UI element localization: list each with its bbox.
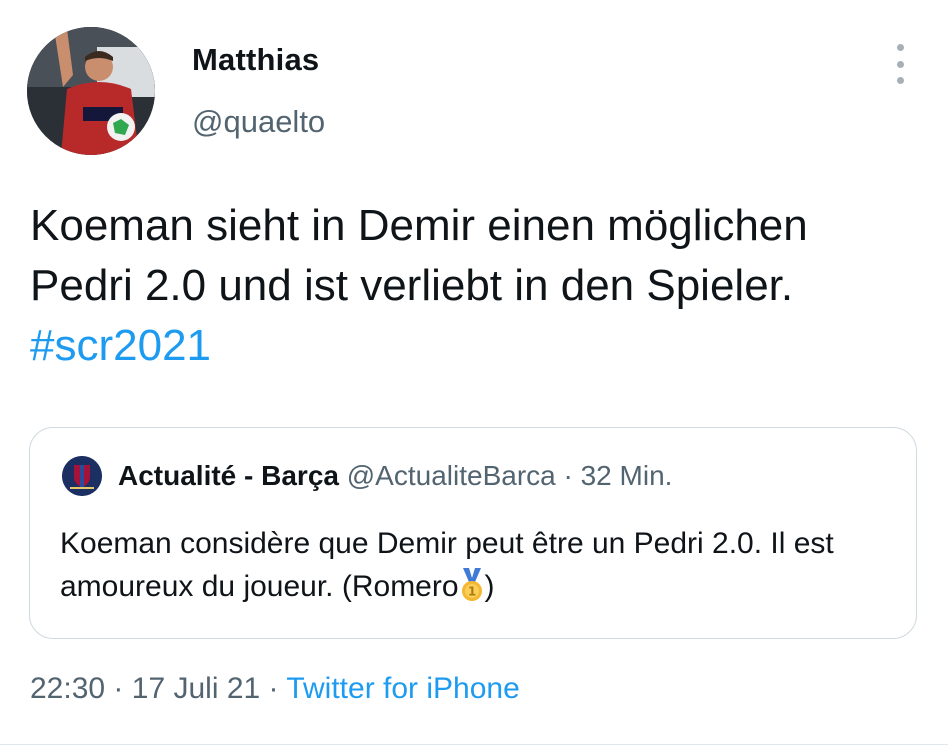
quoted-tweet-text: Koeman considère que Demir peut être un … — [60, 522, 900, 608]
author-display-name[interactable]: Matthias — [192, 42, 319, 78]
hashtag-link[interactable]: #scr2021 — [30, 321, 211, 370]
svg-text:1: 1 — [467, 585, 475, 599]
more-options-icon[interactable] — [888, 44, 912, 84]
quoted-display-name[interactable]: Actualité - Barça — [118, 460, 339, 491]
author-handle[interactable]: @quaelto — [192, 104, 325, 140]
quoted-separator: · — [563, 460, 573, 491]
quoted-text-body: Koeman considère que Demir peut être un … — [60, 527, 834, 603]
quoted-author-avatar[interactable] — [62, 456, 102, 496]
more-dot — [896, 60, 904, 68]
quoted-handle[interactable]: @ActualiteBarca — [347, 460, 556, 491]
quoted-tweet-header: Actualité - Barça @ActualiteBarca · 32 M… — [118, 460, 672, 492]
tweet-meta: 22:30 · 17 Juli 21 · Twitter for iPhone — [30, 672, 520, 706]
meta-separator: · — [113, 672, 124, 705]
tweet-text: Koeman sieht in Demir einen möglichen Pe… — [30, 196, 920, 376]
more-dot — [896, 44, 904, 51]
tweet-detail: Matthias @quaelto Koeman sieht in Demir … — [0, 0, 948, 750]
tweet-time[interactable]: 22:30 — [30, 672, 105, 705]
tweet-body: Koeman sieht in Demir einen möglichen Pe… — [30, 201, 808, 310]
divider — [0, 744, 948, 745]
more-dot — [896, 77, 904, 84]
tweet-source-link[interactable]: Twitter for iPhone — [286, 672, 519, 705]
quoted-tweet-card[interactable]: Actualité - Barça @ActualiteBarca · 32 M… — [29, 427, 917, 639]
quoted-time-ago: 32 Min. — [580, 460, 673, 491]
author-avatar[interactable] — [27, 27, 155, 155]
quoted-text-end: ) — [484, 570, 495, 603]
meta-separator: · — [268, 672, 279, 705]
tweet-date[interactable]: 17 Juli 21 — [132, 672, 260, 705]
gold-medal-icon: 1 — [461, 568, 482, 601]
